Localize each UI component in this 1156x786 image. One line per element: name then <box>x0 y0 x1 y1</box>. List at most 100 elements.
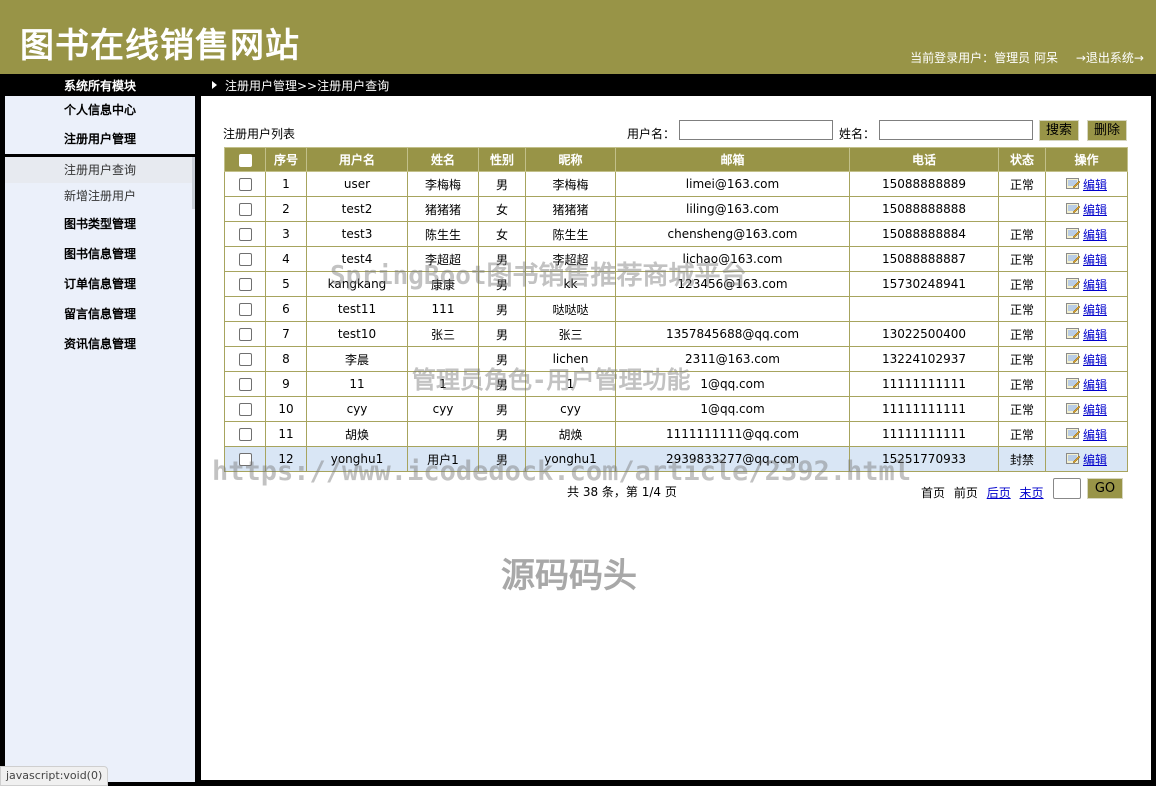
menu-personal-center[interactable]: 个人信息中心 <box>5 96 195 124</box>
edit-icon[interactable] <box>1065 202 1080 215</box>
row-nickname: kk <box>525 271 616 297</box>
row-checkbox[interactable] <box>238 328 252 341</box>
row-gender: 男 <box>478 321 526 347</box>
row-name: 李梅梅 <box>407 171 479 197</box>
row-checkbox[interactable] <box>238 278 252 291</box>
edit-icon[interactable] <box>1065 177 1080 190</box>
row-select-cell <box>224 271 266 297</box>
edit-icon[interactable] <box>1065 427 1080 440</box>
col-header: 操作 <box>1045 147 1128 172</box>
select-all-header <box>224 147 266 172</box>
row-number: 4 <box>265 246 307 272</box>
edit-link[interactable]: 编辑 <box>1083 178 1107 192</box>
edit-icon[interactable] <box>1065 227 1080 240</box>
row-select-cell <box>224 346 266 372</box>
col-header: 昵称 <box>525 147 616 172</box>
submenu-user-query[interactable]: 注册用户查询 <box>5 157 192 183</box>
table-row: 10 cyy cyy 男 cyy 1@qq.com 11111111111 正常 编辑 <box>224 396 1128 422</box>
row-actions: 编辑 <box>1045 346 1128 372</box>
menu-message-info[interactable]: 留言信息管理 <box>5 299 195 329</box>
table-row: 6 test11 111 男哒哒哒 正常 编辑 <box>224 296 1128 322</box>
edit-icon[interactable] <box>1065 377 1080 390</box>
row-email <box>615 296 850 322</box>
col-header: 电话 <box>849 147 999 172</box>
pager-last[interactable]: 末页 <box>1020 486 1044 500</box>
row-username: kangkang <box>306 271 408 297</box>
menu-book-type[interactable]: 图书类型管理 <box>5 209 195 239</box>
arrow-right-icon <box>212 81 217 89</box>
username-input[interactable] <box>679 120 833 140</box>
row-checkbox[interactable] <box>238 228 252 241</box>
edit-link[interactable]: 编辑 <box>1083 328 1107 342</box>
edit-link[interactable]: 编辑 <box>1083 353 1107 367</box>
row-checkbox[interactable] <box>238 453 252 466</box>
row-checkbox[interactable] <box>238 428 252 441</box>
module-title: 系统所有模块 <box>64 79 137 93</box>
row-name: 用户1 <box>407 446 479 472</box>
row-status: 正常 <box>998 346 1046 372</box>
select-all-checkbox[interactable] <box>238 153 252 167</box>
search-button[interactable]: 搜索 <box>1039 120 1079 141</box>
row-select-cell <box>224 371 266 397</box>
row-select-cell <box>224 321 266 347</box>
row-gender: 男 <box>478 271 526 297</box>
menu-user-management[interactable]: 注册用户管理 <box>5 124 195 154</box>
row-checkbox[interactable] <box>238 378 252 391</box>
row-name: cyy <box>407 396 479 422</box>
table-row: 12 yonghu1 用户1 男 yonghu1 2939833277@qq.com 152… <box>224 446 1128 472</box>
table-row: 7 test10 张三男张三 1357845688@qq.com 13022500400… <box>224 321 1128 347</box>
row-email: 1@qq.com <box>615 371 850 397</box>
pager-next[interactable]: 后页 <box>987 486 1011 500</box>
row-gender: 男 <box>478 171 526 197</box>
row-checkbox[interactable] <box>238 353 252 366</box>
row-number: 11 <box>265 421 307 447</box>
edit-icon[interactable] <box>1065 277 1080 290</box>
row-checkbox[interactable] <box>238 178 252 191</box>
logout-link[interactable]: →退出系统→ <box>1076 49 1144 66</box>
go-button[interactable]: GO <box>1087 478 1123 499</box>
edit-icon[interactable] <box>1065 402 1080 415</box>
row-gender: 男 <box>478 296 526 322</box>
row-nickname: 哒哒哒 <box>525 296 616 322</box>
page-number-input[interactable] <box>1053 478 1081 499</box>
menu-order-info[interactable]: 订单信息管理 <box>5 269 195 299</box>
edit-link[interactable]: 编辑 <box>1083 403 1107 417</box>
row-status <box>998 196 1046 222</box>
edit-link[interactable]: 编辑 <box>1083 453 1107 467</box>
col-header: 用户名 <box>306 147 408 172</box>
row-email: 2311@163.com <box>615 346 850 372</box>
row-username: test4 <box>306 246 408 272</box>
edit-link[interactable]: 编辑 <box>1083 278 1107 292</box>
row-checkbox[interactable] <box>238 203 252 216</box>
edit-link[interactable]: 编辑 <box>1083 428 1107 442</box>
row-phone: 15088888884 <box>849 221 999 247</box>
edit-icon[interactable] <box>1065 302 1080 315</box>
name-input[interactable] <box>879 120 1033 140</box>
edit-link[interactable]: 编辑 <box>1083 378 1107 392</box>
row-select-cell <box>224 296 266 322</box>
row-email: 1@qq.com <box>615 396 850 422</box>
edit-link[interactable]: 编辑 <box>1083 203 1107 217</box>
row-status: 正常 <box>998 421 1046 447</box>
edit-icon[interactable] <box>1065 252 1080 265</box>
edit-link[interactable]: 编辑 <box>1083 228 1107 242</box>
edit-link[interactable]: 编辑 <box>1083 253 1107 267</box>
row-number: 6 <box>265 296 307 322</box>
row-checkbox[interactable] <box>238 303 252 316</box>
edit-icon[interactable] <box>1065 352 1080 365</box>
row-actions: 编辑 <box>1045 396 1128 422</box>
menu-book-info[interactable]: 图书信息管理 <box>5 239 195 269</box>
row-nickname: 陈生生 <box>525 221 616 247</box>
edit-icon[interactable] <box>1065 327 1080 340</box>
edit-link[interactable]: 编辑 <box>1083 303 1107 317</box>
row-status: 正常 <box>998 246 1046 272</box>
row-actions: 编辑 <box>1045 271 1128 297</box>
menu-news-info[interactable]: 资讯信息管理 <box>5 329 195 359</box>
row-checkbox[interactable] <box>238 403 252 416</box>
edit-icon[interactable] <box>1065 452 1080 465</box>
row-number: 10 <box>265 396 307 422</box>
row-checkbox[interactable] <box>238 253 252 266</box>
row-actions: 编辑 <box>1045 171 1128 197</box>
delete-button[interactable]: 删除 <box>1087 120 1127 141</box>
submenu-add-user[interactable]: 新增注册用户 <box>5 183 192 209</box>
